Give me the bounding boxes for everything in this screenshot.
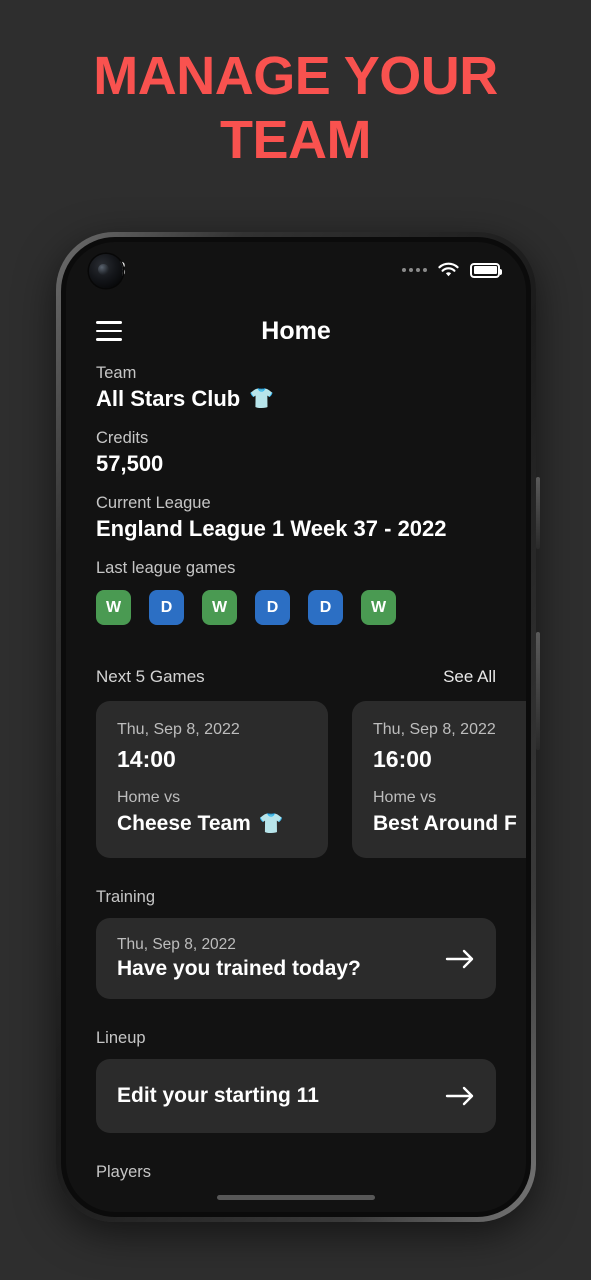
game-opponent-name: Cheese Team bbox=[117, 812, 251, 835]
status-indicators bbox=[402, 262, 502, 278]
see-all-link[interactable]: See All bbox=[443, 667, 496, 687]
team-block: Team All Stars Club 👕 bbox=[66, 364, 526, 412]
game-home-away: Home vs bbox=[373, 789, 437, 806]
wifi-icon bbox=[438, 262, 459, 278]
credits-value: 57,500 bbox=[96, 451, 164, 476]
next-games-header: Next 5 Games See All bbox=[66, 667, 526, 687]
credits-label: Credits bbox=[96, 429, 149, 447]
training-card[interactable]: Thu, Sep 8, 2022 Have you trained today? bbox=[96, 918, 496, 999]
page-title: Home bbox=[261, 316, 331, 345]
team-label: Team bbox=[96, 364, 137, 382]
arrow-right-icon bbox=[445, 1085, 475, 1107]
status-bar: .33 bbox=[66, 242, 526, 298]
jersey-icon: 👕 bbox=[249, 388, 275, 410]
jersey-icon: 👕 bbox=[258, 813, 284, 835]
form-badges-row: WDWDDW bbox=[66, 590, 526, 625]
phone-bezel: .33 bbox=[61, 237, 531, 1217]
phone-screen: .33 bbox=[66, 242, 526, 1212]
lineup-card-text: Edit your starting 11 bbox=[117, 1084, 445, 1108]
hero-line-1: MANAGE YOUR bbox=[93, 46, 498, 106]
game-opponent-row: Cheese Team 👕 bbox=[117, 812, 307, 836]
game-home-away: Home vs bbox=[117, 789, 181, 806]
form-badge-1: D bbox=[149, 590, 184, 625]
lineup-card[interactable]: Edit your starting 11 bbox=[96, 1059, 496, 1133]
form-badge-2: W bbox=[202, 590, 237, 625]
league-label: Current League bbox=[96, 494, 211, 512]
training-date: Thu, Sep 8, 2022 bbox=[117, 936, 236, 953]
last-games-block: Last league games WDWDDW bbox=[66, 559, 526, 625]
home-indicator[interactable] bbox=[217, 1195, 375, 1200]
game-card[interactable]: Thu, Sep 8, 2022 16:00 Home vs Best Around … bbox=[352, 701, 526, 858]
hamburger-menu-icon[interactable] bbox=[96, 321, 122, 341]
game-opponent-row: Best Around F bbox=[373, 812, 526, 836]
hero-headline: MANAGE YOUR TEAM bbox=[0, 44, 591, 172]
app-bar: Home bbox=[66, 298, 526, 364]
form-badge-4: D bbox=[308, 590, 343, 625]
players-label: Players bbox=[96, 1163, 152, 1181]
game-time: 16:00 bbox=[373, 746, 432, 772]
form-badge-3: D bbox=[255, 590, 290, 625]
last-games-label: Last league games bbox=[96, 559, 236, 577]
arrow-right-icon bbox=[445, 948, 475, 970]
training-label: Training bbox=[96, 888, 155, 906]
next-games-carousel[interactable]: Thu, Sep 8, 2022 14:00 Home vs Cheese Team 👕… bbox=[66, 701, 526, 858]
phone-mockup-frame: .33 bbox=[56, 232, 540, 1222]
front-camera-icon bbox=[89, 254, 123, 288]
form-badge-5: W bbox=[361, 590, 396, 625]
battery-full-icon bbox=[470, 262, 502, 278]
lineup-title: Edit your starting 11 bbox=[117, 1084, 319, 1107]
signal-dots-icon bbox=[402, 268, 427, 272]
credits-block: Credits 57,500 bbox=[66, 429, 526, 477]
game-time: 14:00 bbox=[117, 746, 176, 772]
lineup-label: Lineup bbox=[96, 1029, 146, 1047]
team-name: All Stars Club bbox=[96, 386, 241, 411]
game-card[interactable]: Thu, Sep 8, 2022 14:00 Home vs Cheese Team 👕 bbox=[96, 701, 328, 858]
game-date: Thu, Sep 8, 2022 bbox=[373, 721, 496, 738]
game-date: Thu, Sep 8, 2022 bbox=[117, 721, 240, 738]
league-block: Current League England League 1 Week 37 … bbox=[66, 494, 526, 542]
game-opponent-name: Best Around F bbox=[373, 812, 517, 835]
training-card-text: Thu, Sep 8, 2022 Have you trained today? bbox=[117, 936, 445, 981]
form-badge-0: W bbox=[96, 590, 131, 625]
league-value: England League 1 Week 37 - 2022 bbox=[96, 516, 447, 541]
next-games-title: Next 5 Games bbox=[96, 667, 205, 686]
home-content: Team All Stars Club 👕 Credits 57,500 Cur… bbox=[66, 364, 526, 1182]
hero-line-2: TEAM bbox=[220, 110, 371, 170]
volume-button[interactable] bbox=[536, 477, 540, 549]
power-button[interactable] bbox=[536, 632, 540, 750]
training-title: Have you trained today? bbox=[117, 957, 361, 980]
team-name-row: All Stars Club 👕 bbox=[66, 386, 526, 412]
